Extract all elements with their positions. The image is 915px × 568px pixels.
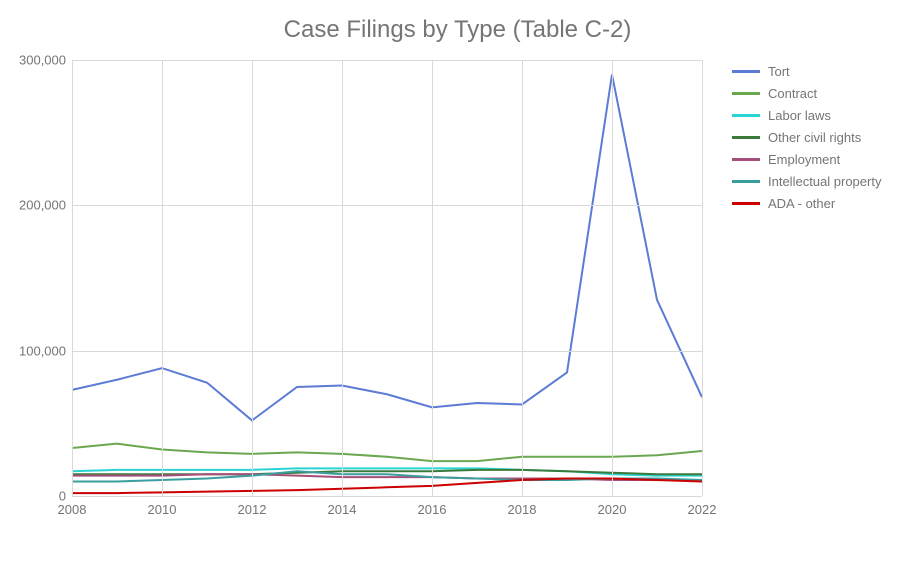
x-tick-label: 2008 bbox=[58, 502, 87, 517]
legend-label: Intellectual property bbox=[768, 174, 881, 189]
x-tick-label: 2010 bbox=[148, 502, 177, 517]
y-tick-label: 300,000 bbox=[6, 53, 66, 68]
legend-swatch bbox=[732, 158, 760, 161]
legend-swatch bbox=[732, 70, 760, 73]
legend-label: Employment bbox=[768, 152, 840, 167]
legend-item: Employment bbox=[732, 148, 881, 170]
legend-label: Labor laws bbox=[768, 108, 831, 123]
legend-label: Contract bbox=[768, 86, 817, 101]
legend-item: Intellectual property bbox=[732, 170, 881, 192]
series-line bbox=[72, 444, 702, 461]
series-line bbox=[72, 75, 702, 421]
legend-item: ADA - other bbox=[732, 192, 881, 214]
x-tick-label: 2012 bbox=[238, 502, 267, 517]
legend-label: Tort bbox=[768, 64, 790, 79]
gridline-vertical bbox=[162, 60, 163, 496]
y-tick-label: 100,000 bbox=[6, 343, 66, 358]
plot-area bbox=[72, 60, 702, 496]
gridline-vertical bbox=[72, 60, 73, 496]
legend-swatch bbox=[732, 114, 760, 117]
legend-label: ADA - other bbox=[768, 196, 835, 211]
legend-swatch bbox=[732, 202, 760, 205]
legend-swatch bbox=[732, 92, 760, 95]
legend-item: Tort bbox=[732, 60, 881, 82]
gridline-vertical bbox=[342, 60, 343, 496]
legend-item: Labor laws bbox=[732, 104, 881, 126]
x-tick-label: 2022 bbox=[688, 502, 717, 517]
y-tick-label: 0 bbox=[6, 489, 66, 504]
gridline-vertical bbox=[612, 60, 613, 496]
gridline-vertical bbox=[252, 60, 253, 496]
gridline-vertical bbox=[522, 60, 523, 496]
x-tick-label: 2020 bbox=[598, 502, 627, 517]
gridline-horizontal bbox=[72, 496, 702, 497]
x-tick-label: 2018 bbox=[508, 502, 537, 517]
legend-item: Other civil rights bbox=[732, 126, 881, 148]
gridline-horizontal bbox=[72, 205, 702, 206]
legend-label: Other civil rights bbox=[768, 130, 861, 145]
gridline-horizontal bbox=[72, 60, 702, 61]
legend-item: Contract bbox=[732, 82, 881, 104]
x-tick-label: 2014 bbox=[328, 502, 357, 517]
chart-svg bbox=[72, 60, 702, 496]
x-tick-label: 2016 bbox=[418, 502, 447, 517]
gridline-vertical bbox=[432, 60, 433, 496]
chart-title: Case Filings by Type (Table C-2) bbox=[0, 16, 915, 44]
gridline-vertical bbox=[702, 60, 703, 496]
legend: Tort Contract Labor laws Other civil rights… bbox=[732, 60, 881, 214]
legend-swatch bbox=[732, 136, 760, 139]
y-tick-label: 200,000 bbox=[6, 198, 66, 213]
chart-container: Case Filings by Type (Table C-2) Tort Con… bbox=[0, 0, 915, 568]
legend-swatch bbox=[732, 180, 760, 183]
gridline-horizontal bbox=[72, 351, 702, 352]
